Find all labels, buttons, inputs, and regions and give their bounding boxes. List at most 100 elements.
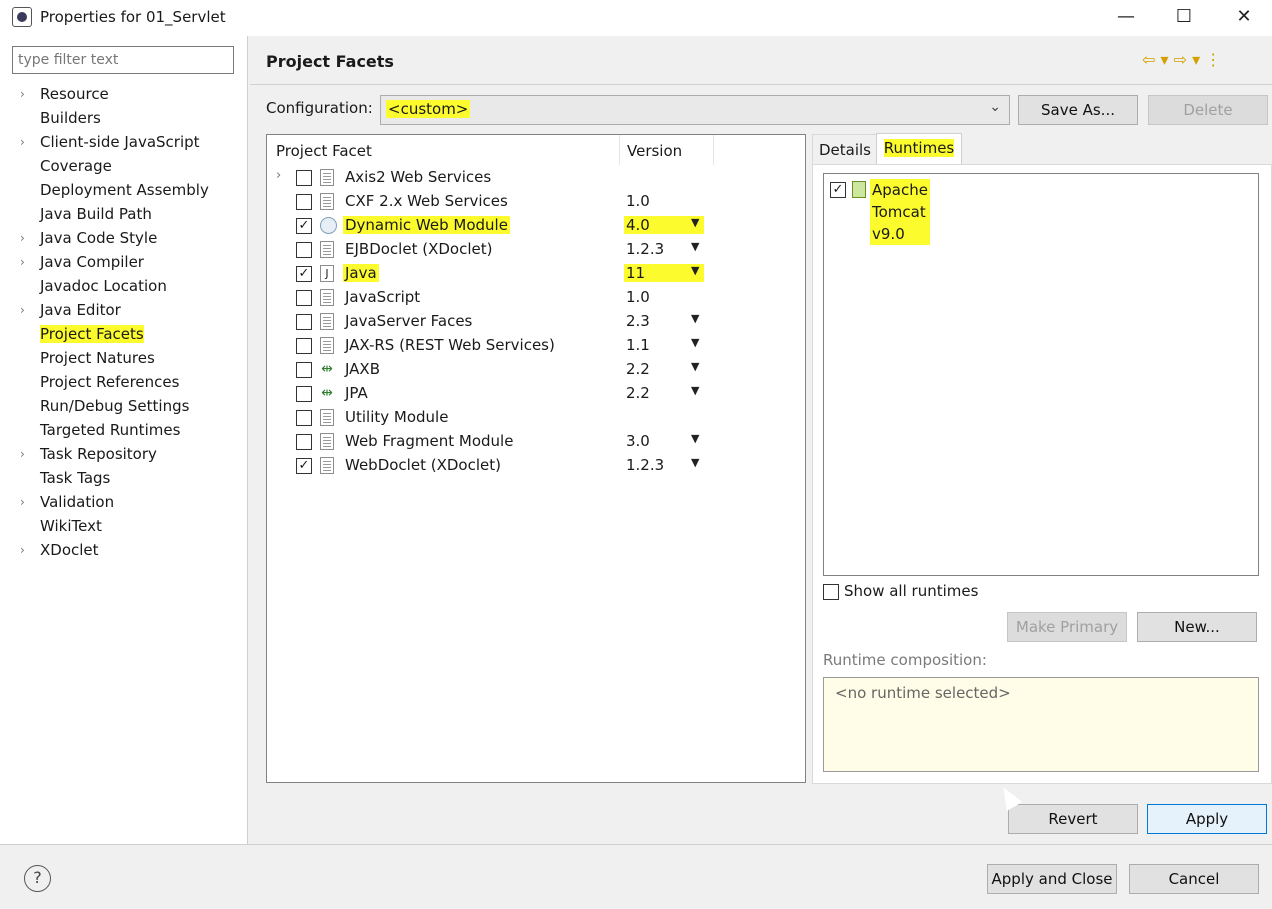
doc-icon xyxy=(320,169,334,186)
expand-chevron-icon[interactable]: › xyxy=(20,82,25,106)
facet-row[interactable]: ✓ J Java 11 ▼ xyxy=(267,262,805,286)
tree-item-label: Run/Debug Settings xyxy=(40,397,190,415)
facet-row[interactable]: EJBDoclet (XDoclet) 1.2.3 ▼ xyxy=(267,238,805,262)
column-header-facet[interactable]: Project Facet xyxy=(276,142,372,160)
facet-checkbox[interactable] xyxy=(296,194,312,210)
tree-item[interactable]: › Validation xyxy=(20,490,115,514)
tree-item-label: XDoclet xyxy=(40,541,99,559)
expand-chevron-icon[interactable]: › xyxy=(20,538,25,562)
expand-chevron-icon[interactable]: › xyxy=(20,490,25,514)
facet-checkbox[interactable] xyxy=(296,386,312,402)
facet-checkbox[interactable] xyxy=(296,362,312,378)
facet-row[interactable]: ⇹ JAXB 2.2 ▼ xyxy=(267,358,805,382)
facet-row[interactable]: JAX-RS (REST Web Services) 1.1 ▼ xyxy=(267,334,805,358)
tab-details[interactable]: Details xyxy=(812,134,878,164)
dropdown-arrow-icon[interactable]: ▼ xyxy=(691,216,699,229)
facet-row[interactable]: ⇹ JPA 2.2 ▼ xyxy=(267,382,805,406)
tree-item[interactable]: WikiText xyxy=(40,514,102,538)
expand-chevron-icon[interactable]: › xyxy=(20,130,25,154)
facet-checkbox[interactable]: ✓ xyxy=(296,266,312,282)
minimize-button[interactable]: — xyxy=(1108,4,1144,30)
facet-checkbox[interactable] xyxy=(296,338,312,354)
tree-item[interactable]: Coverage xyxy=(40,154,112,178)
tree-item[interactable]: Project References xyxy=(40,370,179,394)
delete-button[interactable]: Delete xyxy=(1148,95,1268,125)
facet-checkbox[interactable] xyxy=(296,410,312,426)
make-primary-button[interactable]: Make Primary xyxy=(1007,612,1127,642)
facet-checkbox[interactable] xyxy=(296,170,312,186)
dropdown-arrow-icon[interactable]: ▼ xyxy=(691,360,699,373)
expand-chevron-icon[interactable]: › xyxy=(20,442,25,466)
column-header-version[interactable]: Version xyxy=(627,142,682,160)
dropdown-arrow-icon[interactable]: ▼ xyxy=(691,432,699,445)
facet-row[interactable]: Utility Module xyxy=(267,406,805,430)
new-runtime-button[interactable]: New... xyxy=(1137,612,1257,642)
apply-and-close-button[interactable]: Apply and Close xyxy=(987,864,1117,894)
facet-checkbox[interactable]: ✓ xyxy=(296,458,312,474)
facet-checkbox[interactable] xyxy=(296,290,312,306)
tree-item[interactable]: › XDoclet xyxy=(20,538,99,562)
facet-row[interactable]: CXF 2.x Web Services 1.0 xyxy=(267,190,805,214)
facet-checkbox[interactable] xyxy=(296,314,312,330)
facet-name: CXF 2.x Web Services xyxy=(345,192,508,210)
tree-item[interactable]: › Java Editor xyxy=(20,298,121,322)
facet-checkbox[interactable]: ✓ xyxy=(296,218,312,234)
tree-item[interactable]: Project Facets xyxy=(40,322,144,346)
configuration-select[interactable]: <custom> ⌄ xyxy=(380,95,1010,125)
save-as-button[interactable]: Save As... xyxy=(1018,95,1138,125)
dropdown-arrow-icon[interactable]: ▼ xyxy=(691,312,699,325)
navigation-arrows-icon[interactable]: ⇦ ▾ ⇨ ▾ ⋮ xyxy=(1142,50,1221,69)
arrows-icon: ⇹ xyxy=(320,385,334,402)
tree-item[interactable]: › Client-side JavaScript xyxy=(20,130,200,154)
tab-runtimes[interactable]: Runtimes xyxy=(876,133,962,165)
expand-chevron-icon[interactable]: › xyxy=(276,168,281,183)
facet-version: 1.0 xyxy=(626,192,650,210)
filter-input[interactable] xyxy=(12,46,234,74)
expand-chevron-icon[interactable]: › xyxy=(20,226,25,250)
apply-button[interactable]: Apply xyxy=(1147,804,1267,834)
tree-item-label: Validation xyxy=(40,493,115,511)
expand-chevron-icon[interactable]: › xyxy=(20,250,25,274)
close-button[interactable]: ✕ xyxy=(1226,4,1262,30)
web-module-icon xyxy=(320,217,337,234)
tree-item[interactable]: Java Build Path xyxy=(40,202,152,226)
tree-item[interactable]: Deployment Assembly xyxy=(40,178,209,202)
facet-row[interactable]: ✓ Dynamic Web Module 4.0 ▼ xyxy=(267,214,805,238)
dropdown-arrow-icon[interactable]: ▼ xyxy=(691,384,699,397)
facet-row[interactable]: › Axis2 Web Services xyxy=(267,166,805,190)
tree-item[interactable]: Task Tags xyxy=(40,466,110,490)
column-divider xyxy=(713,135,714,165)
maximize-button[interactable]: ☐ xyxy=(1166,4,1202,30)
tree-item[interactable]: Project Natures xyxy=(40,346,155,370)
tree-item[interactable]: Builders xyxy=(40,106,101,130)
dropdown-arrow-icon[interactable]: ▼ xyxy=(691,336,699,349)
runtime-checkbox[interactable]: ✓ xyxy=(830,182,846,198)
tree-item[interactable]: › Java Code Style xyxy=(20,226,157,250)
facet-row[interactable]: ✓ WebDoclet (XDoclet) 1.2.3 ▼ xyxy=(267,454,805,478)
tree-item[interactable]: › Resource xyxy=(20,82,109,106)
show-all-runtimes-checkbox[interactable] xyxy=(823,584,839,600)
facet-checkbox[interactable] xyxy=(296,434,312,450)
header-divider xyxy=(250,84,1272,85)
facet-checkbox[interactable] xyxy=(296,242,312,258)
dropdown-arrow-icon[interactable]: ▼ xyxy=(691,264,699,277)
cancel-button[interactable]: Cancel xyxy=(1129,864,1259,894)
tree-item[interactable]: › Task Repository xyxy=(20,442,157,466)
revert-button[interactable]: Revert xyxy=(1008,804,1138,834)
facet-row[interactable]: JavaServer Faces 2.3 ▼ xyxy=(267,310,805,334)
tree-item-label: Java Compiler xyxy=(40,253,144,271)
facet-row[interactable]: JavaScript 1.0 xyxy=(267,286,805,310)
title-bar: Properties for 01_Servlet — ☐ ✕ xyxy=(0,0,1272,36)
show-all-runtimes-label[interactable]: Show all runtimes xyxy=(844,582,978,600)
expand-chevron-icon[interactable]: › xyxy=(20,298,25,322)
doc-icon xyxy=(320,241,334,258)
tree-item[interactable]: Run/Debug Settings xyxy=(40,394,189,418)
dropdown-arrow-icon[interactable]: ▼ xyxy=(691,456,699,469)
help-icon[interactable]: ? xyxy=(24,865,51,892)
dropdown-arrow-icon[interactable]: ▼ xyxy=(691,240,699,253)
runtime-composition-text: <no runtime selected> xyxy=(835,684,1011,702)
facet-row[interactable]: Web Fragment Module 3.0 ▼ xyxy=(267,430,805,454)
tree-item[interactable]: › Java Compiler xyxy=(20,250,144,274)
tree-item[interactable]: Javadoc Location xyxy=(40,274,167,298)
tree-item[interactable]: Targeted Runtimes xyxy=(40,418,180,442)
